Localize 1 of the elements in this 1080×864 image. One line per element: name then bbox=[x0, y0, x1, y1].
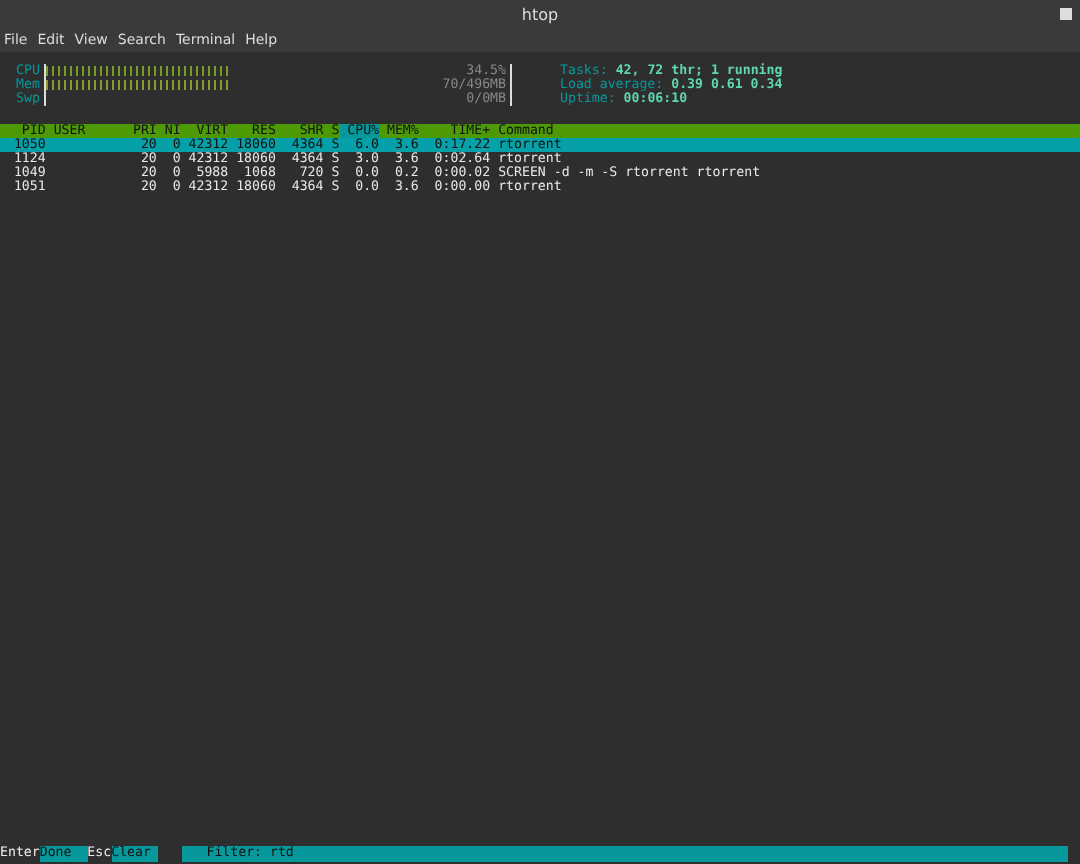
window-title: htop bbox=[521, 5, 559, 23]
